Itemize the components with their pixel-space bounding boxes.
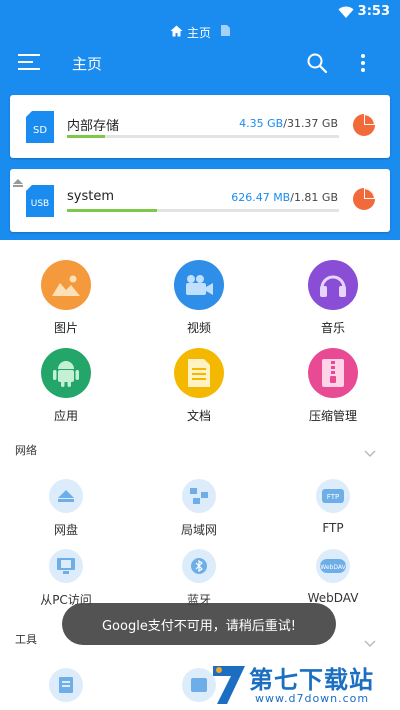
category-label: 文档 (186, 409, 211, 423)
android-icon (41, 348, 91, 398)
storage-usage-bar (67, 135, 339, 138)
network-item-label: 网盘 (53, 523, 78, 537)
category-video[interactable]: 视频 (144, 260, 254, 336)
network-item-webdav[interactable]: WebDAV WebDAV (278, 549, 388, 605)
storage-badge-text: USB (31, 199, 49, 209)
category-images[interactable]: 图片 (11, 260, 121, 336)
storage-name: system (67, 189, 114, 204)
storage-name: 内部存储 (67, 119, 120, 134)
network-item-label: 局域网 (180, 523, 217, 537)
webdav-icon: WebDAV (316, 549, 350, 583)
svg-text:FTP: FTP (327, 493, 339, 501)
category-label: 图片 (53, 321, 78, 335)
lan-icon (182, 479, 216, 513)
section-title-network: 网络 (15, 444, 37, 457)
network-item-label: FTP (322, 521, 344, 535)
storage-card-system[interactable]: USB system 626.47 MB/1.81 GB (10, 169, 390, 232)
category-label: 压缩管理 (308, 409, 357, 423)
breadcrumb-home-label: 主页 (186, 25, 211, 40)
sd-card-icon: SD (26, 111, 54, 147)
category-label: 视频 (186, 321, 211, 335)
status-time: 3:53 (357, 4, 390, 19)
storage-total: /31.37 GB (283, 117, 338, 130)
storage-total: /1.81 GB (290, 191, 338, 204)
network-item-cloud-drive[interactable]: 网盘 (11, 479, 121, 538)
network-item-lan[interactable]: 局域网 (144, 479, 254, 538)
network-item-pc-access[interactable]: 从PC访问 (11, 549, 121, 608)
storage-badge-text: SD (33, 125, 47, 136)
watermark-url: www.d7down.com (255, 692, 370, 705)
usb-drive-icon: USB (26, 185, 54, 221)
chevron-down-icon[interactable] (364, 443, 376, 462)
pc-access-icon (49, 549, 83, 583)
storage-used: 4.35 GB (239, 117, 284, 130)
category-archives[interactable]: 压缩管理 (278, 348, 388, 424)
storage-usage-fill (67, 209, 157, 212)
watermark: 第七下载站 www.d7down.com (205, 660, 400, 710)
wifi-icon (338, 4, 354, 23)
category-apps[interactable]: 应用 (11, 348, 121, 424)
storage-size: 4.35 GB/31.37 GB (239, 117, 338, 130)
cloud-drive-icon (49, 479, 83, 513)
storage-used: 626.47 MB (231, 191, 291, 204)
tools-item[interactable] (11, 668, 121, 702)
headphones-icon (308, 260, 358, 310)
network-item-ftp[interactable]: FTP FTP (278, 479, 388, 535)
bluetooth-icon (182, 549, 216, 583)
hamburger-menu-icon[interactable] (18, 54, 40, 74)
eject-icon[interactable] (13, 172, 23, 191)
storage-usage-bar (67, 209, 339, 212)
pie-chart-icon[interactable] (352, 187, 376, 215)
ftp-icon: FTP (316, 479, 350, 513)
category-music[interactable]: 音乐 (278, 260, 388, 336)
archive-icon (308, 348, 358, 398)
section-title-tools: 工具 (15, 633, 37, 646)
page-title: 主页 (72, 55, 103, 73)
home-icon (170, 25, 183, 40)
document-icon[interactable] (221, 25, 230, 39)
storage-usage-fill (67, 135, 106, 138)
category-label: 应用 (53, 409, 78, 423)
more-vert-icon[interactable] (360, 52, 366, 78)
breadcrumb-home[interactable]: 主页 (170, 24, 211, 41)
video-icon (174, 260, 224, 310)
status-bar: 3:53 (0, 0, 400, 22)
category-label: 音乐 (320, 321, 345, 335)
storage-card-internal[interactable]: SD 内部存储 4.35 GB/31.37 GB (10, 95, 390, 158)
image-icon (41, 260, 91, 310)
app-bar: 主页 (0, 44, 400, 84)
breadcrumb: 主页 (0, 22, 400, 42)
network-item-bluetooth[interactable]: 蓝牙 (144, 549, 254, 608)
search-icon[interactable] (306, 52, 328, 78)
category-documents[interactable]: 文档 (144, 348, 254, 424)
document-icon (174, 348, 224, 398)
watermark-logo-icon (209, 664, 249, 710)
pie-chart-icon[interactable] (352, 113, 376, 141)
watermark-title: 第七下载站 (249, 666, 374, 694)
toast-message: Google支付不可用，请稍后重试! (62, 603, 336, 645)
storage-size: 626.47 MB/1.81 GB (231, 191, 338, 204)
tool-icon (49, 668, 83, 702)
chevron-down-icon[interactable] (364, 633, 376, 652)
svg-text:WebDAV: WebDAV (320, 564, 346, 571)
